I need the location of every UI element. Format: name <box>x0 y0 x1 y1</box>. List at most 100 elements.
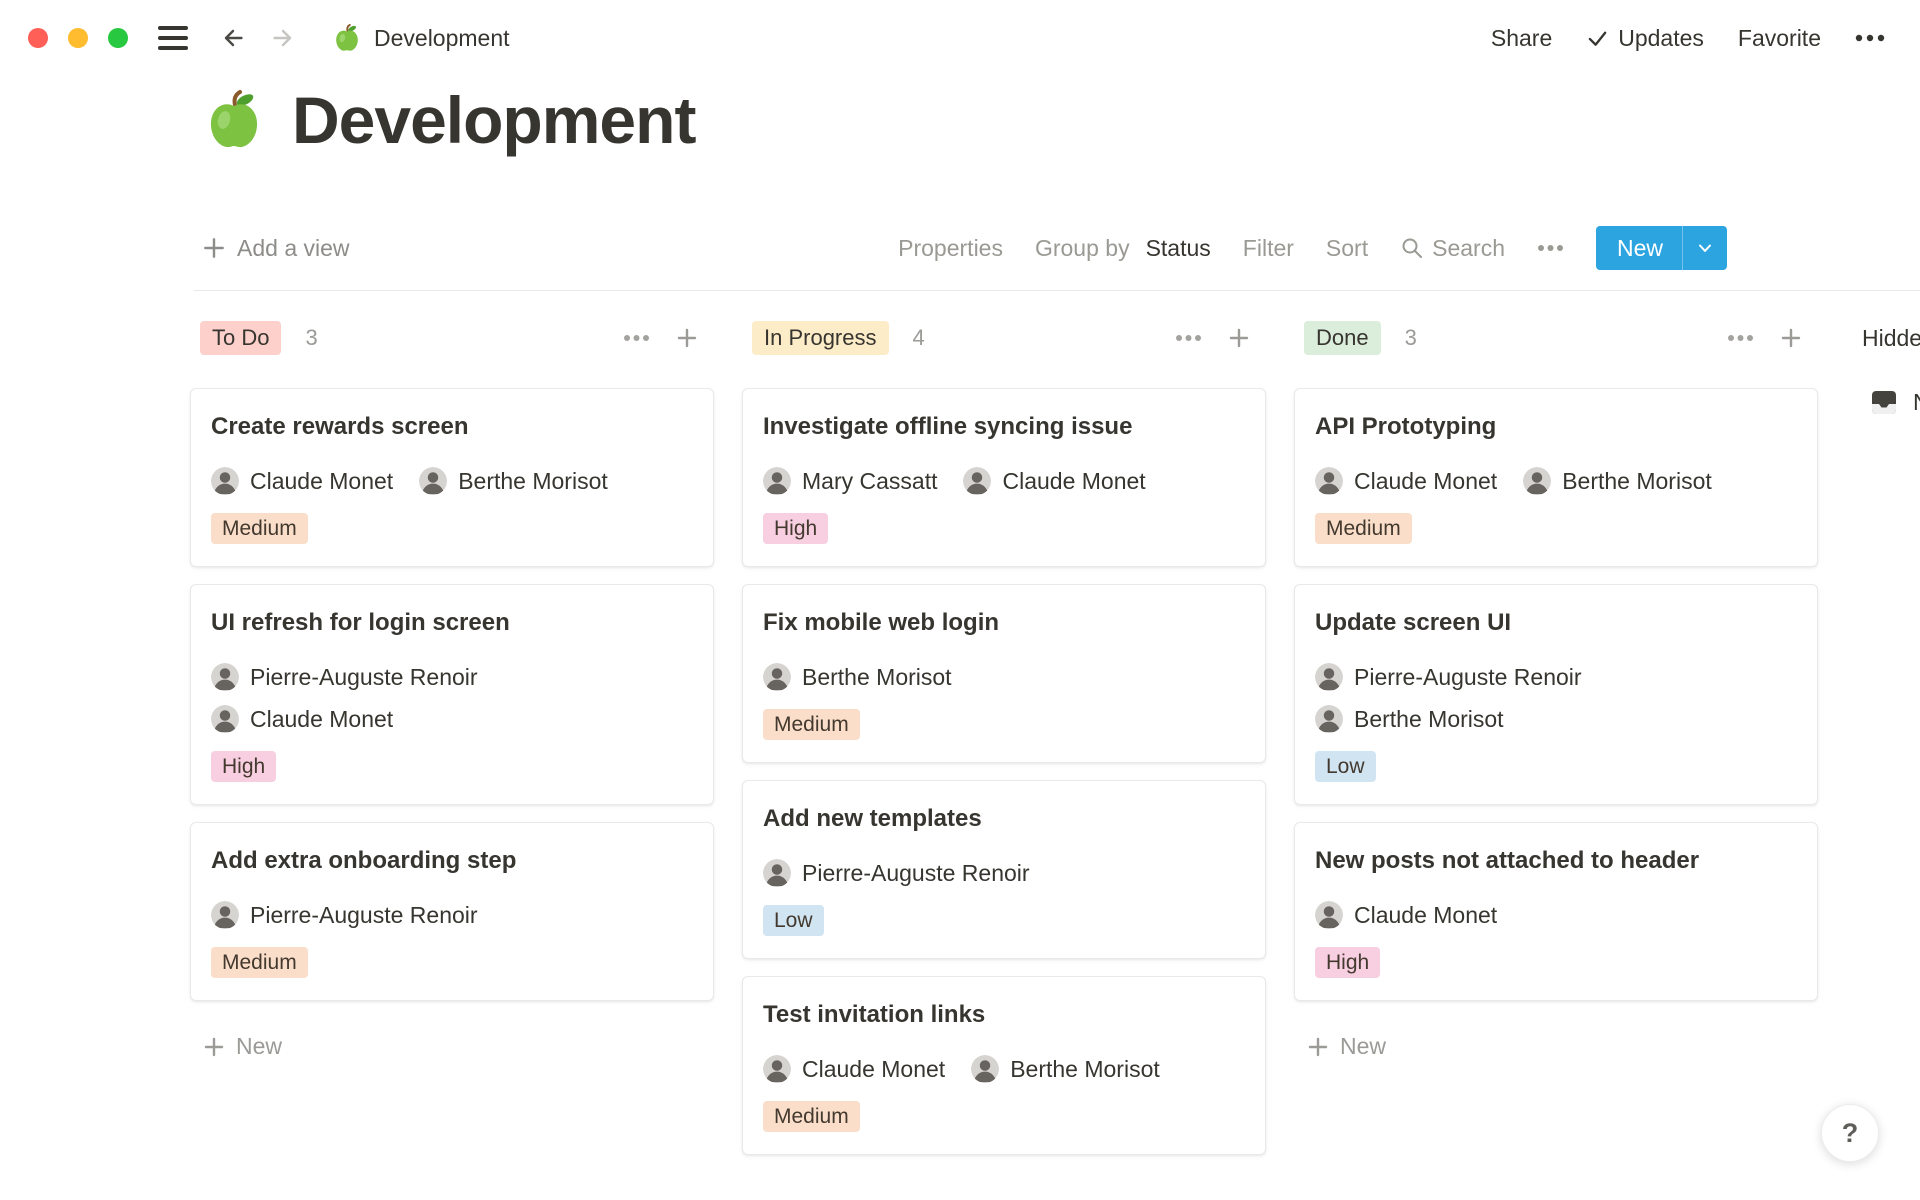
add-card-button[interactable]: New <box>190 1033 714 1060</box>
kanban-card[interactable]: UI refresh for login screen Pierre-Augus… <box>190 584 714 805</box>
assignee: Claude Monet <box>211 705 393 733</box>
share-button[interactable]: Share <box>1491 25 1552 52</box>
assignee-name: Berthe Morisot <box>458 468 608 495</box>
close-window-button[interactable] <box>28 28 48 48</box>
new-button-label: New <box>1596 226 1682 270</box>
minimize-window-button[interactable] <box>68 28 88 48</box>
card-assignees: Claude Monet <box>1315 901 1797 929</box>
toolbar-more-button[interactable] <box>1537 244 1564 252</box>
more-options-icon <box>1175 334 1202 342</box>
column-header: In Progress 4 <box>742 318 1266 358</box>
green-apple-icon <box>332 23 362 53</box>
new-button[interactable]: New <box>1596 226 1727 270</box>
avatar <box>963 467 991 495</box>
column-count: 3 <box>305 325 317 351</box>
assignee-row: Claude Monet Berthe Morisot <box>1315 467 1797 495</box>
zoom-window-button[interactable] <box>108 28 128 48</box>
search-button[interactable]: Search <box>1400 235 1505 262</box>
assignee-row: Claude Monet <box>1315 901 1797 929</box>
new-button-dropdown[interactable] <box>1683 226 1727 270</box>
column-badge[interactable]: In Progress <box>752 321 889 355</box>
group-by-button[interactable]: Group by Status <box>1035 235 1211 262</box>
assignee-avatar-icon <box>211 705 239 733</box>
forward-arrow-icon <box>268 23 298 53</box>
breadcrumb-document[interactable]: Development <box>332 23 510 53</box>
kanban-card[interactable]: Update screen UI Pierre-Auguste Renoir B… <box>1294 584 1818 805</box>
assignee-name: Berthe Morisot <box>1354 706 1504 733</box>
column-title: To Do <box>212 325 269 350</box>
plus-icon <box>1780 327 1802 349</box>
forward-button[interactable] <box>268 23 298 53</box>
assignee-row: Berthe Morisot <box>1315 705 1797 733</box>
kanban-card[interactable]: Fix mobile web login Berthe Morisot Medi… <box>742 584 1266 763</box>
sort-button[interactable]: Sort <box>1326 235 1368 262</box>
assignee-avatar-icon <box>1523 467 1551 495</box>
avatar <box>763 1055 791 1083</box>
kanban-card[interactable]: New posts not attached to header Claude … <box>1294 822 1818 1001</box>
window-controls <box>28 28 128 48</box>
kanban-card[interactable]: API Prototyping Claude Monet Berthe Mori… <box>1294 388 1818 567</box>
avatar <box>211 663 239 691</box>
topbar-more-button[interactable] <box>1855 34 1885 42</box>
card-title: API Prototyping <box>1315 409 1797 445</box>
favorite-button[interactable]: Favorite <box>1738 25 1821 52</box>
hamburger-menu-icon[interactable] <box>158 26 188 50</box>
assignee-name: Mary Cassatt <box>802 468 937 495</box>
kanban-card[interactable]: Add extra onboarding step Pierre-Auguste… <box>190 822 714 1001</box>
assignee-row: Berthe Morisot <box>763 663 1245 691</box>
doc-apple-icon <box>332 23 362 53</box>
inbox-icon <box>1868 386 1900 418</box>
assignee-avatar-icon <box>1315 705 1343 733</box>
assignee: Berthe Morisot <box>419 467 608 495</box>
board-column: In Progress 4 Investigate offline syncin… <box>742 318 1266 1155</box>
card-title: Update screen UI <box>1315 605 1797 641</box>
avatar <box>211 901 239 929</box>
kanban-card[interactable]: Add new templates Pierre-Auguste Renoir … <box>742 780 1266 959</box>
view-toolbar: Add a view Properties Group by Status Fi… <box>202 224 1727 272</box>
properties-button[interactable]: Properties <box>898 235 1003 262</box>
kanban-card[interactable]: Investigate offline syncing issue Mary C… <box>742 388 1266 567</box>
add-card-button[interactable]: New <box>1294 1033 1818 1060</box>
plus-icon <box>1307 1036 1329 1058</box>
card-assignees: Claude Monet Berthe Morisot <box>1315 467 1797 495</box>
assignee-name: Claude Monet <box>1354 468 1497 495</box>
avatar <box>763 467 791 495</box>
card-assignees: Pierre-Auguste Renoir Berthe Morisot <box>1315 663 1797 733</box>
add-view-button[interactable]: Add a view <box>202 235 350 262</box>
hidden-columns-panel: Hidden columns No Status <box>1846 318 1920 418</box>
help-button[interactable]: ? <box>1821 1104 1879 1162</box>
checkmark-icon <box>1586 27 1609 50</box>
group-by-value: Status <box>1146 235 1211 262</box>
filter-button[interactable]: Filter <box>1243 235 1294 262</box>
assignee-avatar-icon <box>971 1055 999 1083</box>
priority-badge: Medium <box>763 1101 860 1132</box>
column-more-button[interactable] <box>1175 334 1202 342</box>
card-assignees: Claude Monet Berthe Morisot <box>211 467 693 495</box>
column-add-card-button[interactable] <box>1228 327 1250 349</box>
column-more-button[interactable] <box>623 334 650 342</box>
priority-badge: Medium <box>211 947 308 978</box>
priority-badge: Low <box>763 905 824 936</box>
page-title[interactable]: Development <box>292 82 695 158</box>
assignee-avatar-icon <box>1315 467 1343 495</box>
page-icon-apple[interactable] <box>202 88 266 152</box>
board-columns: To Do 3 Create rewards screen Claude Mon… <box>190 318 1818 1155</box>
board-column: Done 3 API Prototyping Claude Monet Bert… <box>1294 318 1818 1060</box>
avatar <box>419 467 447 495</box>
column-more-button[interactable] <box>1727 334 1754 342</box>
column-add-card-button[interactable] <box>1780 327 1802 349</box>
plus-icon <box>676 327 698 349</box>
column-badge[interactable]: To Do <box>200 321 281 355</box>
column-title: In Progress <box>764 325 877 350</box>
assignee-avatar-icon <box>763 467 791 495</box>
kanban-card[interactable]: Create rewards screen Claude Monet Berth… <box>190 388 714 567</box>
priority-badge: Medium <box>1315 513 1412 544</box>
column-badge[interactable]: Done <box>1304 321 1381 355</box>
plus-icon <box>202 236 226 260</box>
assignee-avatar-icon <box>763 663 791 691</box>
updates-button[interactable]: Updates <box>1586 25 1704 52</box>
back-button[interactable] <box>218 23 248 53</box>
hidden-group-no-status[interactable]: No Status <box>1846 386 1920 418</box>
kanban-card[interactable]: Test invitation links Claude Monet Berth… <box>742 976 1266 1155</box>
column-add-card-button[interactable] <box>676 327 698 349</box>
